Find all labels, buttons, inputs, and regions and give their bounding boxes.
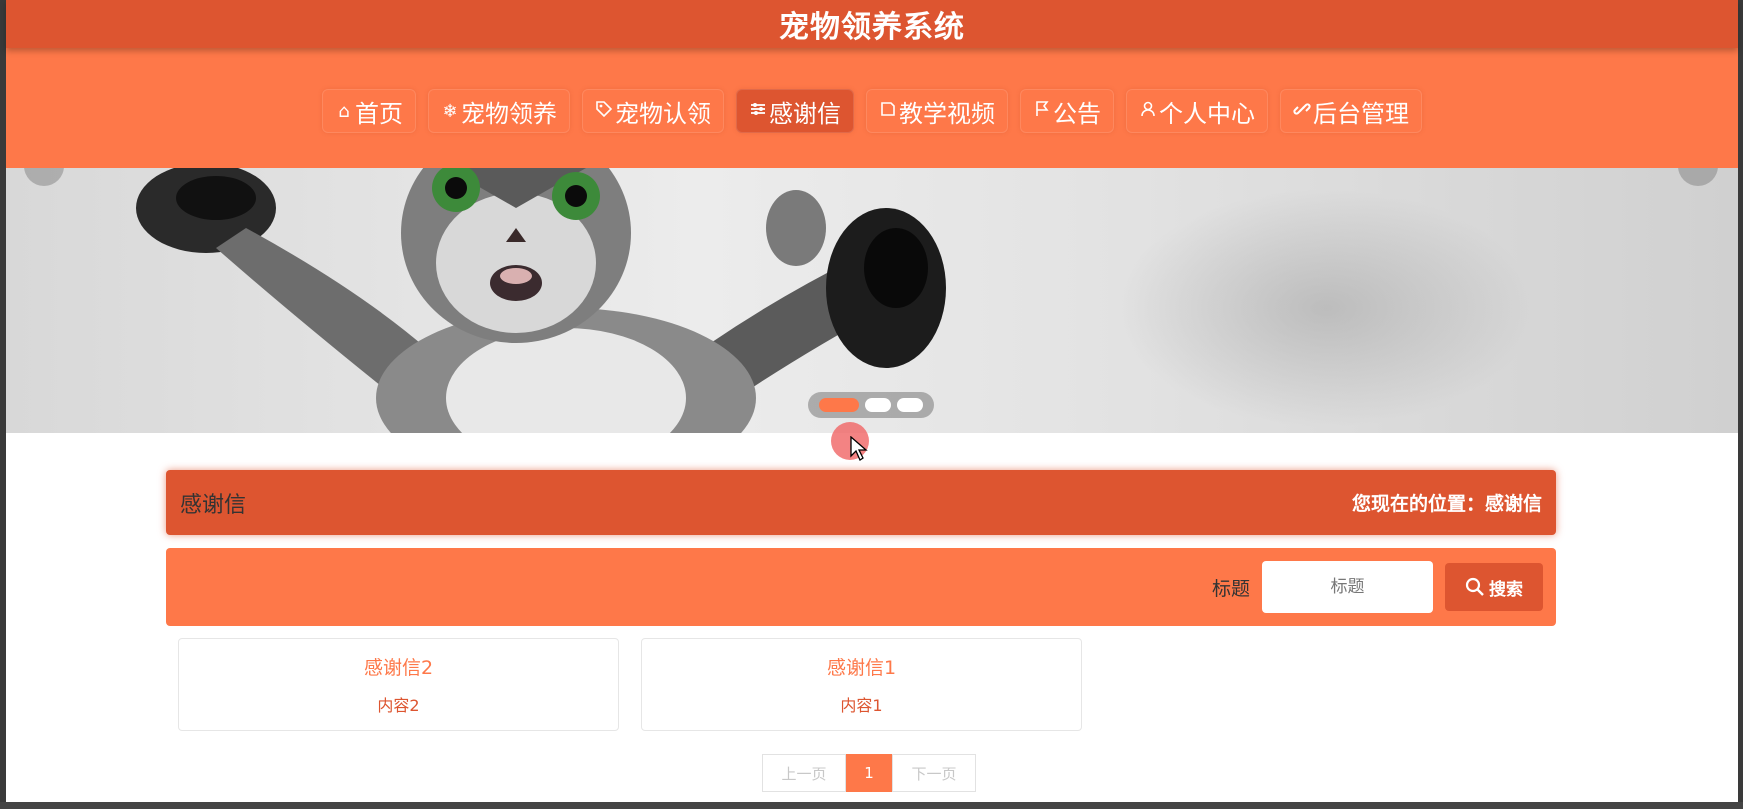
letter-content: 内容2: [377, 696, 420, 715]
mouse-cursor-icon: [850, 436, 868, 461]
snowflake-icon: ❄: [442, 100, 458, 122]
title-search-input[interactable]: [1262, 561, 1433, 613]
breadcrumb: 您现在的位置：感谢信: [1351, 493, 1542, 515]
nav-item-teaching-videos[interactable]: 教学视频: [866, 89, 1008, 133]
letter-title: 感谢信2: [363, 657, 434, 679]
next-page-button[interactable]: 下一页: [892, 754, 976, 792]
prev-page-button[interactable]: 上一页: [762, 754, 846, 792]
nav-item-label: 首页: [355, 99, 403, 128]
nav-item-label: 后台管理: [1313, 99, 1409, 128]
nav-item-label: 公告: [1053, 99, 1101, 128]
pagination: 上一页 1 下一页: [762, 754, 976, 792]
letter-card[interactable]: 感谢信1 内容1: [641, 638, 1082, 731]
site-title: 宠物领养系统: [779, 10, 965, 45]
sliders-icon: [749, 100, 767, 123]
nav-item-label: 教学视频: [899, 99, 995, 128]
search-label: 标题: [1211, 577, 1250, 600]
banner-carousel: [6, 168, 1738, 433]
nav-item-pet-claim[interactable]: 宠物认领: [582, 89, 724, 133]
nav-item-label: 感谢信: [769, 99, 841, 128]
carousel-dot[interactable]: [819, 398, 859, 412]
letter-title: 感谢信1: [826, 657, 897, 679]
search-button-label: 搜索: [1489, 579, 1523, 600]
letter-content: 内容1: [840, 696, 883, 715]
kitten-image: [136, 168, 946, 433]
letter-list: 感谢信2 内容2 感谢信1 内容1: [178, 638, 1082, 731]
page-number-button[interactable]: 1: [846, 754, 892, 792]
flag-icon: [1033, 100, 1051, 123]
nav-item-pet-adoption[interactable]: ❄ 宠物领养: [428, 89, 570, 133]
window-frame-bottom: [0, 802, 1743, 809]
nav-item-label: 宠物认领: [615, 99, 711, 128]
section-title: 感谢信: [180, 492, 247, 518]
banner-background: [1116, 188, 1536, 428]
site-header: 宠物领养系统: [6, 0, 1738, 48]
nav-item-label: 宠物领养: [461, 99, 557, 128]
nav-item-announcements[interactable]: 公告: [1020, 89, 1114, 133]
main-nav: ⌂ 首页 ❄ 宠物领养 宠物认领 感谢信 教学视频 公告 个人中心 后台管理: [6, 48, 1738, 168]
link-icon: [1293, 100, 1311, 123]
search-bar: 标题 搜索: [166, 548, 1556, 626]
nav-item-personal-center[interactable]: 个人中心: [1126, 89, 1268, 133]
user-icon: [1139, 100, 1157, 123]
video-icon: [879, 100, 897, 123]
tag-icon: [595, 100, 613, 123]
carousel-indicators: [808, 392, 934, 418]
section-header: 感谢信 您现在的位置：感谢信: [166, 470, 1556, 535]
carousel-dot[interactable]: [865, 398, 891, 412]
letter-card[interactable]: 感谢信2 内容2: [178, 638, 619, 731]
carousel-prev-button[interactable]: [24, 168, 64, 186]
nav-item-thank-you-letters[interactable]: 感谢信: [736, 89, 854, 133]
home-icon: ⌂: [338, 100, 350, 122]
nav-item-admin[interactable]: 后台管理: [1280, 89, 1422, 133]
search-button[interactable]: 搜索: [1445, 563, 1543, 611]
nav-item-label: 个人中心: [1159, 99, 1255, 128]
nav-item-home[interactable]: ⌂ 首页: [322, 89, 416, 133]
carousel-next-button[interactable]: [1678, 168, 1718, 186]
search-icon: [1465, 577, 1484, 596]
window-frame-right: [1738, 0, 1743, 809]
carousel-dot[interactable]: [897, 398, 923, 412]
